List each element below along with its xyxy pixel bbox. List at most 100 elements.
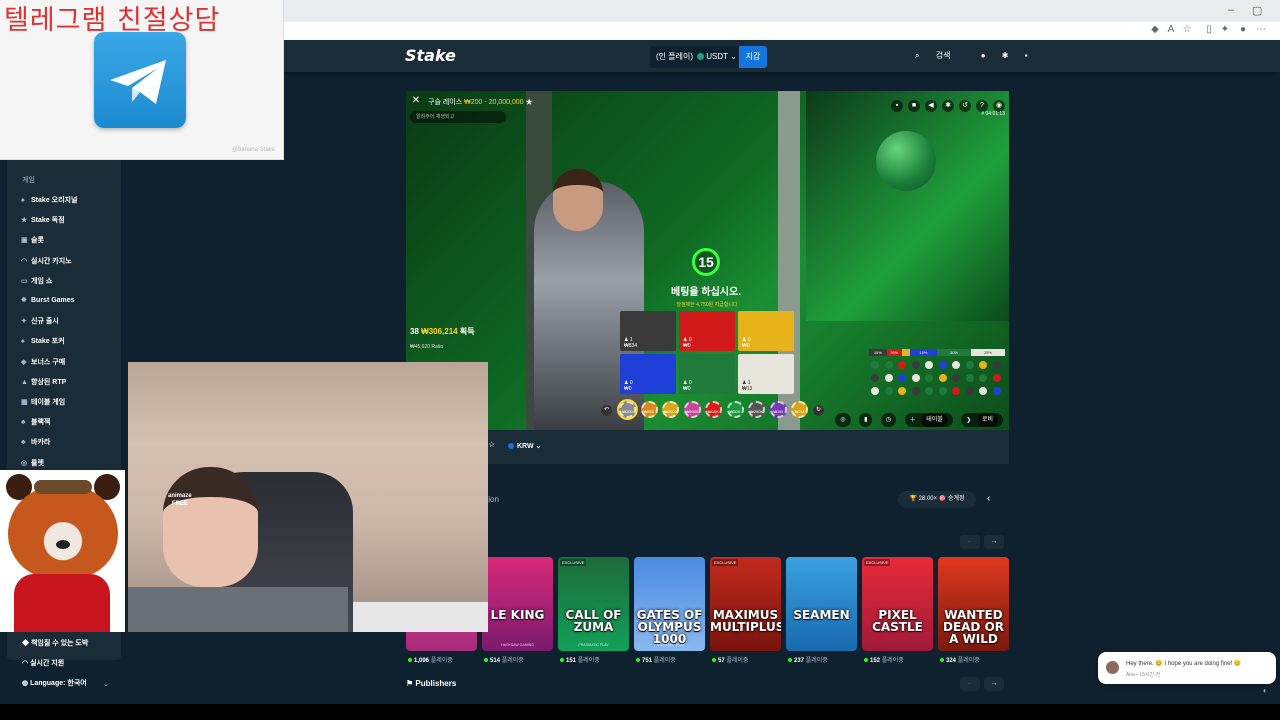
bet-cell[interactable]: ♟ 0 ₩0 [620, 354, 676, 394]
game-tile[interactable]: EXCLUSIVE CALL OF ZUMA PRAGMATIC PLAY [558, 557, 629, 651]
bet-cell-amount: ₩0 [683, 386, 691, 392]
game-title: SEAMEN [793, 608, 850, 622]
camera-icon[interactable]: ■ [908, 100, 920, 112]
carousel-prev-button[interactable]: ← [960, 535, 980, 549]
game-tile[interactable]: EXCLUSIVE PIXEL CASTLE [862, 557, 933, 651]
sidebar-item-label: 테이블 게임 [31, 399, 66, 406]
gift-icon: ◈ [21, 358, 27, 366]
headset-icon: ◠ [21, 257, 28, 265]
history-ball [965, 361, 974, 369]
bet-cell[interactable]: ♟ 0 ₩0 [679, 354, 735, 394]
user-icon[interactable]: ● [981, 51, 986, 60]
avatar-goggles [34, 480, 92, 494]
favorite-star-icon[interactable]: ★ [526, 99, 533, 106]
stats-icon[interactable]: ▮ [859, 412, 873, 427]
bet-cell[interactable]: ♟ 0 ₩0 [738, 311, 794, 351]
sidebar-item[interactable]: ▭ 게임 쇼 [21, 276, 52, 286]
game-tile[interactable]: LE KING HACKSAW GAMING [482, 557, 553, 651]
chip[interactable]: ₩50K [726, 401, 744, 418]
bet-cell[interactable]: ♟ 1 ₩834 [620, 311, 676, 351]
chip[interactable]: ₩1M [769, 401, 787, 418]
chip[interactable]: ₩10K [705, 401, 722, 418]
sidebar-item[interactable]: ✸ Burst Games [21, 296, 75, 304]
player-count-value: 152 [870, 658, 881, 664]
sidebar-item[interactable]: ♣ 블랙잭 [21, 417, 50, 427]
game-tile[interactable]: SEAMEN [786, 557, 857, 651]
sidebar-bottom-item[interactable]: ◍ Language: 한국어 [22, 678, 87, 688]
exclusive-badge: EXCLUSIVE [864, 559, 891, 566]
chevron-down-icon[interactable]: ⌄ [103, 680, 109, 688]
tv-icon: ▭ [21, 277, 28, 285]
race-badge[interactable]: 🏆 28.00× 🎯 승계정 [898, 491, 976, 508]
more-menu-icon[interactable]: ⋯ [1256, 25, 1266, 35]
avatar-nose [56, 540, 70, 549]
sidebar-item[interactable]: ▲ 향상된 RTP [21, 377, 66, 387]
currency-selector[interactable]: KRW ⌄ [508, 442, 541, 450]
sidebar-item-label: 바카라 [31, 439, 51, 447]
favorite-star-icon[interactable]: ☆ [1182, 25, 1192, 35]
favorite-star-icon[interactable]: ☆ [488, 440, 495, 449]
chat-icon[interactable]: ▪ [1025, 51, 1028, 60]
search-button[interactable]: ⌕ 검색 [915, 50, 964, 61]
sidebar-item[interactable]: ◠ 실시간 카지노 [21, 256, 72, 266]
sidebar-item[interactable]: ◈ 보너스 구매 [21, 357, 65, 367]
chevron-left-icon[interactable]: ‹ [987, 493, 990, 504]
game-tile[interactable]: EXCLUSIVE MAXIMUS MULTIPLUS [710, 557, 781, 651]
volume-icon[interactable]: ◀ [925, 100, 937, 112]
table-button[interactable]: ＋ 테이블 [904, 412, 953, 427]
chip[interactable]: ₩2M [791, 401, 808, 418]
chip[interactable]: ₩200 [619, 401, 636, 418]
sidebar-bottom-item[interactable]: ◆ 책임질 수 있는 도박 [22, 638, 88, 648]
maximize-button[interactable]: ▢ [1252, 4, 1262, 17]
profile-avatar-icon[interactable]: ● [1238, 25, 1248, 35]
sidebar-item[interactable]: ★ Stake 독점 [21, 215, 65, 225]
sidebar-item[interactable]: ♠ Stake 오리지널 [21, 195, 77, 205]
player-count: 324 플레이중 [940, 655, 980, 664]
read-aloud-icon[interactable]: A [1166, 25, 1176, 35]
tag-icon[interactable]: ◆ [1150, 25, 1160, 35]
chat-icon[interactable]: ▪ [891, 100, 903, 112]
history-icon[interactable]: ↺ [959, 100, 971, 112]
publishers-next-button[interactable]: → [984, 677, 1004, 691]
sidebar-item-label: Stake 오리지널 [31, 197, 78, 204]
publishers-prev-button[interactable]: ← [960, 677, 980, 691]
carousel-next-button[interactable]: → [984, 535, 1004, 549]
chip[interactable]: ₩250K [748, 401, 765, 418]
notifications-icon[interactable]: ✱ [1002, 51, 1009, 60]
live-game-video[interactable]: ✕ 구슬 레이스 ₩200 - 20,000,000 ★ 알려주어 재생되고 ▪… [406, 91, 1009, 430]
history-icon[interactable]: ◷ [880, 412, 897, 427]
close-icon[interactable]: ✕ [410, 95, 422, 107]
stake-logo[interactable]: Stake [405, 46, 456, 65]
chip[interactable]: ₩2000 [662, 401, 679, 418]
bet-cell[interactable]: ♟ 0 ₩0 [679, 311, 735, 351]
lobby-button[interactable]: ❯ 로비 [961, 412, 1003, 427]
repeat-icon[interactable]: ↻ [813, 405, 824, 416]
game-tile[interactable]: GATES OF OLYMPUS 1000 PRAGMATIC PLAY [634, 557, 705, 651]
sidebar-item[interactable]: ◎ 룰렛 [21, 458, 44, 468]
chip-stack-icon[interactable]: ◎ [835, 412, 851, 427]
undo-icon[interactable]: ↶ [601, 405, 612, 416]
split-screen-icon[interactable]: ▯ [1204, 25, 1214, 35]
help-chat-icon[interactable]: ◖ [1262, 686, 1272, 696]
sidebar-bottom-item[interactable]: ◠ 실시간 지원 [22, 658, 64, 668]
favorites-icon[interactable]: ✦ [1220, 25, 1230, 35]
sidebar-item[interactable]: ▣ 슬롯 [21, 235, 44, 245]
sidebar-item[interactable]: ▦ 테이블 게임 [21, 397, 65, 407]
sidebar-item-label: 슬롯 [31, 237, 44, 245]
game-title: GATES OF OLYMPUS 1000 [636, 608, 703, 646]
sidebar-item[interactable]: ✦ 신규 출시 [21, 316, 59, 326]
settings-gear-icon[interactable]: ✱ [942, 100, 954, 112]
wallet-button[interactable]: 지갑 [739, 46, 767, 68]
sidebar-item-label: Burst Games [31, 297, 75, 304]
sidebar-item[interactable]: ♠ Stake 포커 [21, 336, 65, 346]
wallet-balance-selector[interactable]: (인 플레이) USDT ⌄ [650, 46, 738, 68]
slot-icon: ▣ [21, 237, 28, 245]
game-tile[interactable]: WANTED DEAD OR A WILD [938, 557, 1009, 651]
bet-cell[interactable]: ♟ 1 ₩13 [738, 354, 794, 394]
chip[interactable]: ₩5000 [683, 401, 701, 418]
table-button-label: 테이블 [921, 412, 948, 427]
chip[interactable]: ₩500 [640, 401, 658, 418]
sidebar-item[interactable]: ♣ 바카라 [21, 437, 50, 447]
support-chat-bubble[interactable]: Hey there. 😊 I hope you are doing fine! … [1098, 652, 1276, 684]
minimize-button[interactable]: – [1228, 4, 1234, 16]
